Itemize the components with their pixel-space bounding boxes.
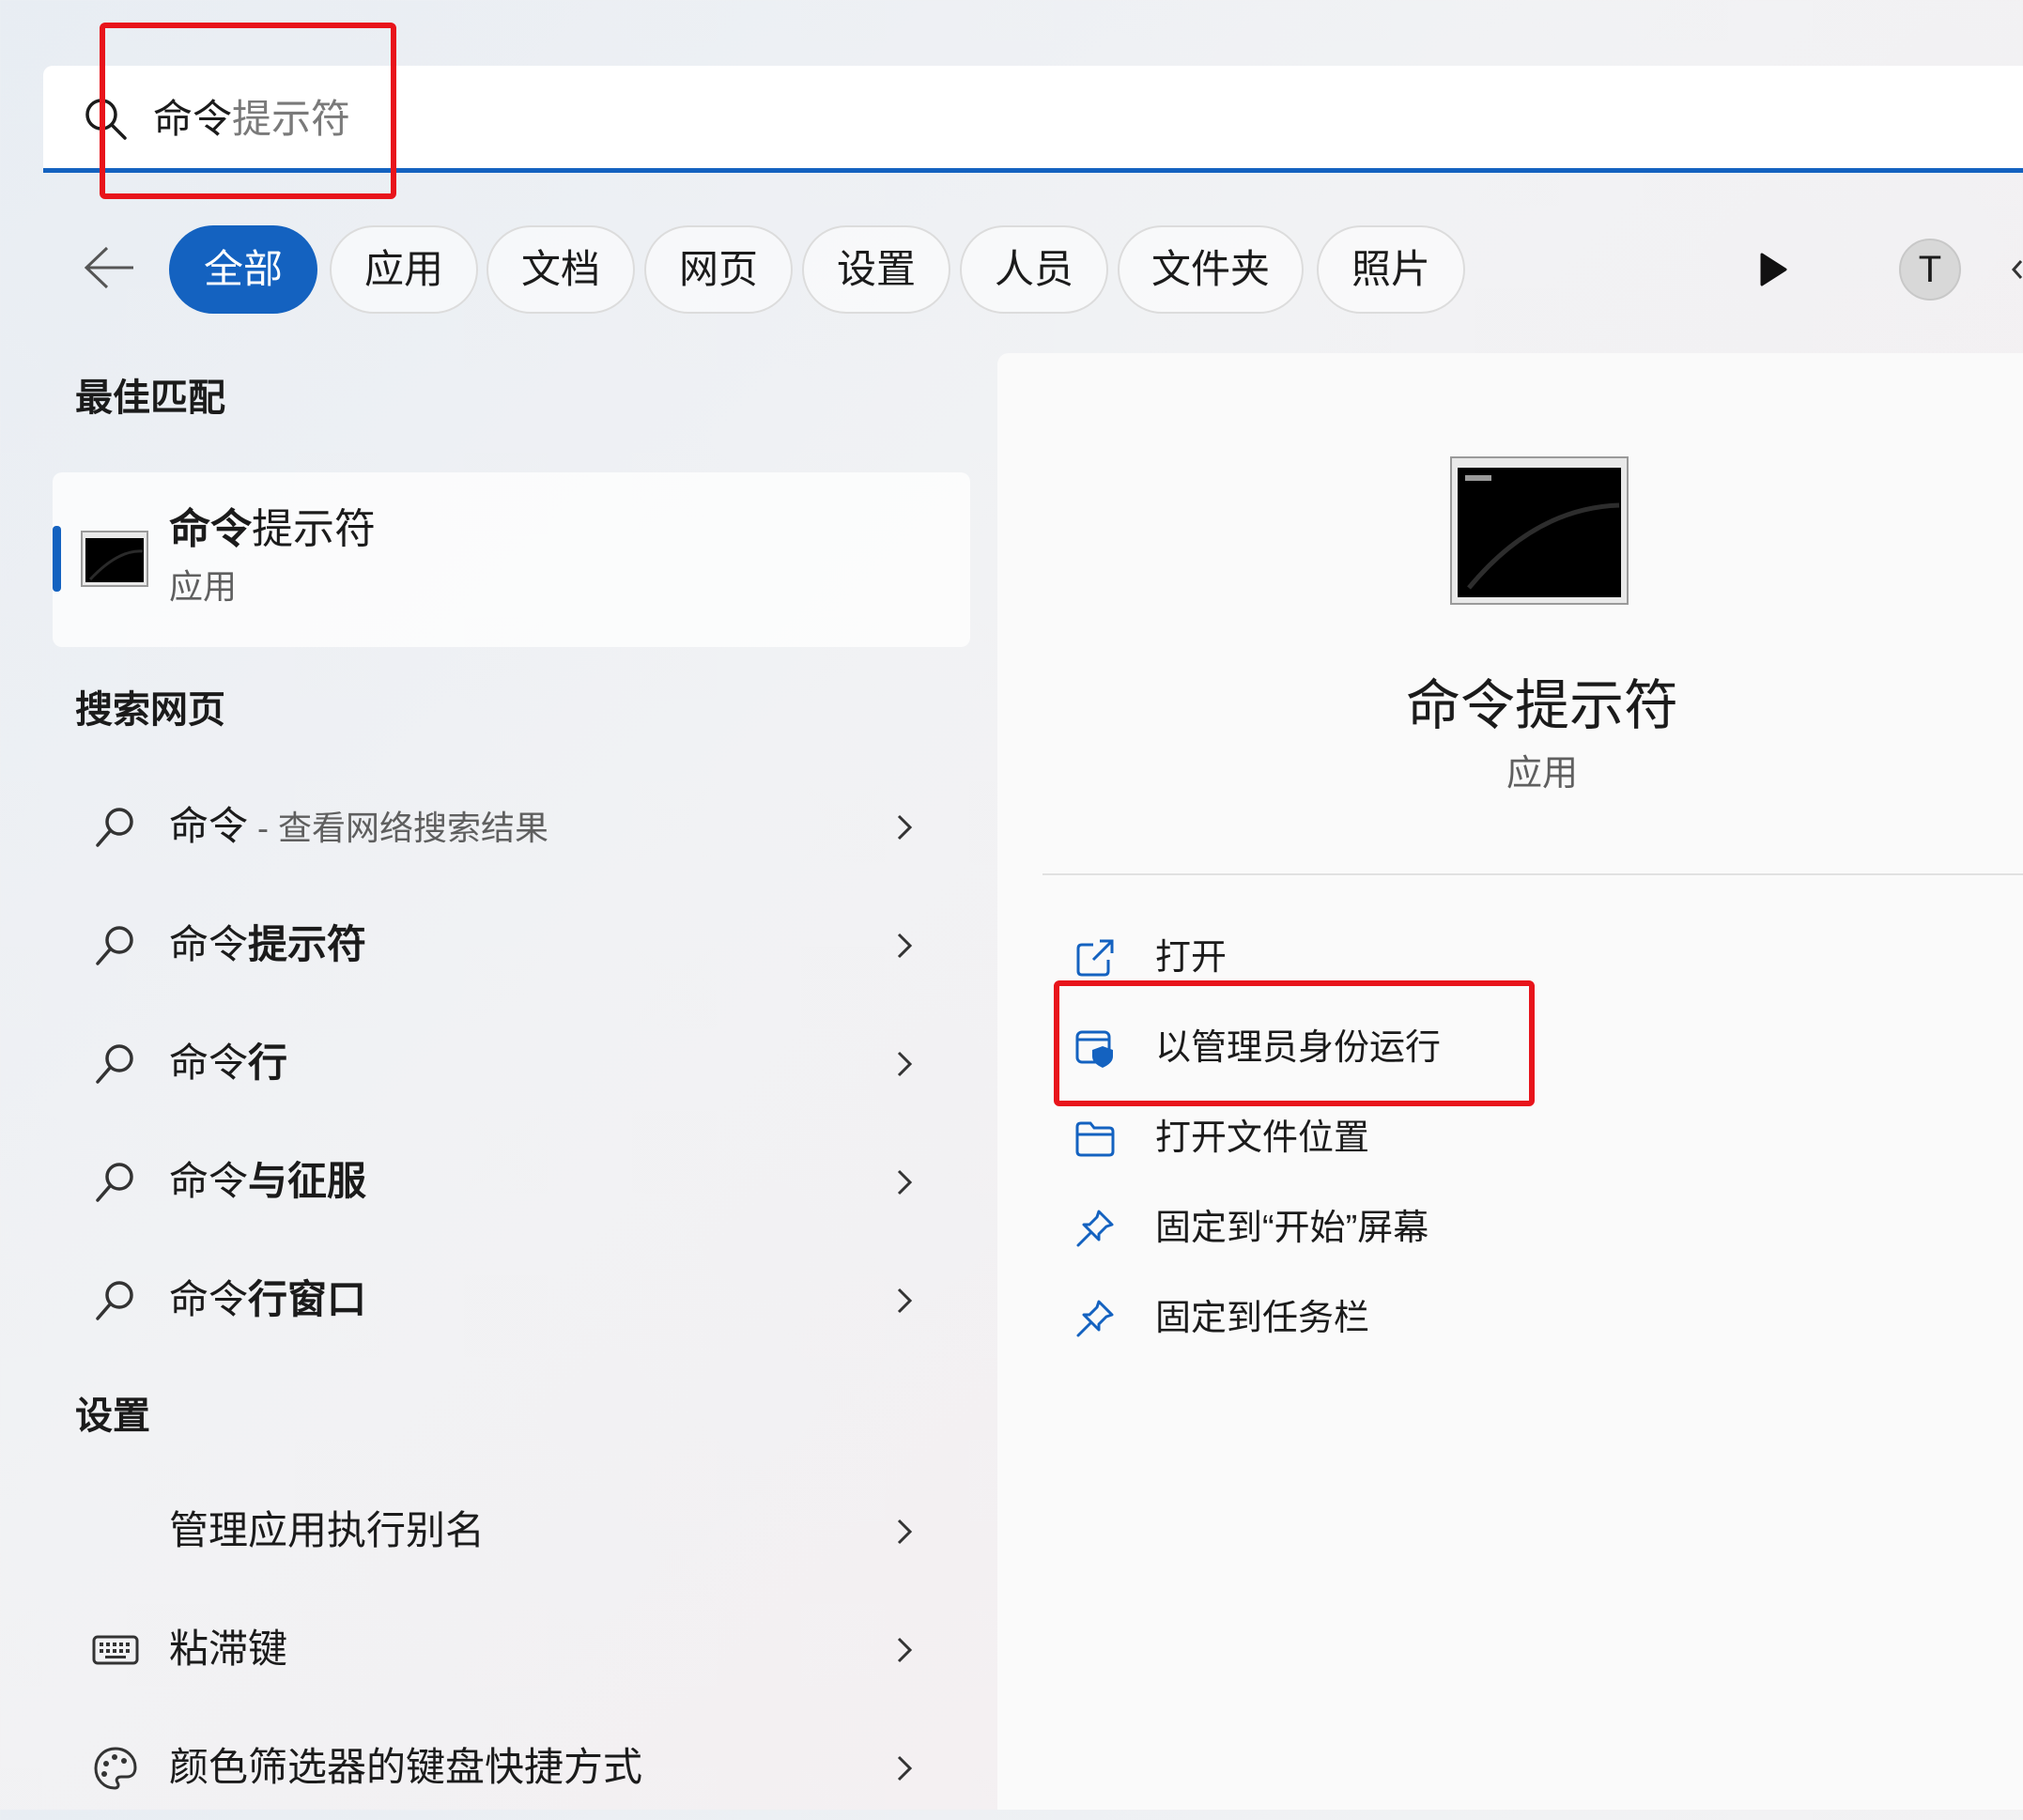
web-result-bold: 行 (248, 1041, 288, 1085)
web-result-prefix: 命令 (169, 922, 249, 966)
settings-result-text: 管理应用执行别名 (169, 1508, 486, 1552)
best-match-name-rest: 提示符 (252, 506, 376, 552)
filter-chip-7[interactable]: 照片 (1317, 225, 1465, 314)
filter-chip-5[interactable]: 人员 (960, 225, 1108, 314)
best-match-name: 命令提示符 (169, 501, 376, 558)
web-result-bold: 提示符 (248, 922, 367, 966)
chevron-right-icon[interactable] (894, 930, 915, 962)
chevron-right-icon[interactable] (894, 1048, 915, 1080)
action-2[interactable]: 打开文件位置 (1071, 1101, 1728, 1176)
keyboard-icon (92, 1627, 139, 1673)
pin-icon (1074, 1298, 1116, 1339)
magnifier-icon (92, 1159, 139, 1206)
filter-chip-0[interactable]: 全部 (169, 225, 317, 314)
web-result-detail: - 查看网络搜索结果 (248, 809, 549, 847)
web-result-label: 命令 - 查看网络搜索结果 (169, 798, 548, 856)
settings-result-label: 管理应用执行别名 (169, 1503, 485, 1559)
open-external-icon (1074, 937, 1116, 979)
web-result-bold: 行窗口 (248, 1277, 367, 1321)
highlight-box-search (100, 23, 396, 199)
web-result-prefix: 命令 (169, 804, 249, 848)
settings-result-text: 粘滞键 (169, 1627, 288, 1671)
web-result-row[interactable]: 命令行窗口 (56, 1249, 939, 1352)
detail-divider (1042, 873, 2023, 875)
avatar[interactable]: T (1899, 239, 1961, 301)
web-result-label: 命令行窗口 (169, 1272, 366, 1328)
chevron-right-icon[interactable] (894, 1166, 915, 1198)
detail-app-type: 应用 (1506, 754, 1578, 794)
settings-result-label: 颜色筛选器的键盘快捷方式 (169, 1739, 642, 1796)
play-icon[interactable] (1758, 252, 1788, 287)
settings-result-label: 粘滞键 (169, 1621, 287, 1677)
web-result-row[interactable]: 命令提示符 (56, 894, 939, 997)
settings-heading: 设置 (75, 1396, 150, 1437)
selection-indicator (53, 526, 61, 592)
magnifier-icon (92, 1277, 139, 1324)
magnifier-icon (92, 922, 139, 969)
command-prompt-large-icon (1450, 456, 1629, 605)
magnifier-icon (92, 804, 139, 851)
action-3[interactable]: 固定到“开始”屏幕 (1071, 1191, 1728, 1266)
web-result-label: 命令与征服 (169, 1153, 366, 1210)
action-label: 固定到任务栏 (1155, 1299, 1370, 1338)
palette-icon (92, 1745, 139, 1792)
chevron-right-icon[interactable] (894, 1285, 915, 1317)
pin-icon (1074, 1208, 1116, 1249)
filter-chip-3[interactable]: 网页 (644, 225, 793, 314)
chevron-right-icon[interactable] (894, 1634, 915, 1666)
web-result-bold: 与征服 (248, 1159, 367, 1203)
action-label: 打开 (1155, 938, 1228, 978)
action-label: 打开文件位置 (1155, 1118, 1370, 1158)
web-result-prefix: 命令 (169, 1159, 249, 1203)
settings-result-row[interactable]: 粘滞键 (56, 1598, 939, 1702)
web-result-row[interactable]: 命令与征服 (56, 1131, 939, 1234)
web-result-row[interactable]: 命令 - 查看网络搜索结果 (56, 776, 939, 879)
magnifier-icon (92, 1041, 139, 1087)
web-result-label: 命令提示符 (169, 917, 366, 973)
filter-chip-6[interactable]: 文件夹 (1118, 225, 1304, 314)
filter-chip-4[interactable]: 设置 (802, 225, 950, 314)
filter-chip-1[interactable]: 应用 (330, 225, 478, 314)
settings-result-row[interactable]: 颜色筛选器的键盘快捷方式 (56, 1717, 939, 1820)
best-match-type: 应用 (169, 567, 238, 606)
action-label: 固定到“开始”屏幕 (1155, 1209, 1429, 1248)
best-match-card[interactable] (53, 472, 970, 647)
settings-result-text: 颜色筛选器的键盘快捷方式 (169, 1745, 643, 1789)
web-result-prefix: 命令 (169, 1041, 249, 1085)
best-match-heading: 最佳匹配 (75, 378, 225, 419)
more-icon[interactable] (2010, 257, 2023, 282)
chevron-right-icon[interactable] (894, 811, 915, 843)
chevron-right-icon[interactable] (894, 1752, 915, 1784)
back-button[interactable] (83, 244, 137, 291)
chevron-right-icon[interactable] (894, 1516, 915, 1548)
filter-chip-2[interactable]: 文档 (486, 225, 635, 314)
web-result-row[interactable]: 命令行 (56, 1012, 939, 1116)
highlight-box-run-as-admin (1054, 980, 1535, 1106)
web-result-label: 命令行 (169, 1035, 287, 1091)
folder-icon (1074, 1118, 1116, 1159)
detail-app-name: 命令提示符 (1405, 675, 1678, 736)
settings-result-row[interactable]: 管理应用执行别名 (56, 1480, 939, 1583)
best-match-name-bold: 命令 (169, 506, 252, 552)
action-4[interactable]: 固定到任务栏 (1071, 1281, 1728, 1356)
web-result-prefix: 命令 (169, 1277, 249, 1321)
web-search-heading: 搜索网页 (75, 689, 225, 731)
command-prompt-icon (81, 531, 148, 587)
